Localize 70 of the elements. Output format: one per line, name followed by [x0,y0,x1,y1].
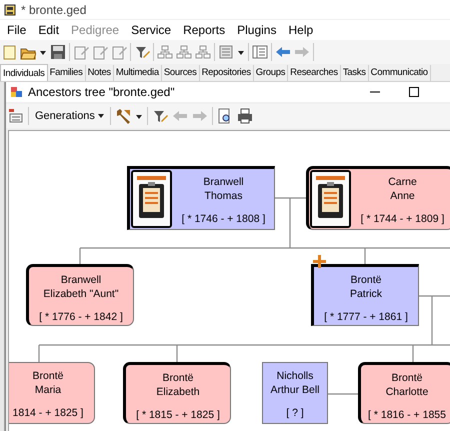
person-card[interactable]: Branwell Thomas [ * 1746 - + 1808 ] [127,166,275,230]
tab[interactable]: Tasks [340,65,369,81]
person-card[interactable]: Brontë Maria 1814 - + 1825 ] [9,362,95,424]
person-given-name: Elizabeth [156,385,200,399]
document-pencil-icon[interactable] [92,44,108,60]
person-card[interactable]: Branwell Elizabeth "Aunt" [ * 1776 - + 1842 ] [26,264,134,326]
tab[interactable]: Notes [86,65,114,81]
document-pencil-icon[interactable] [111,44,127,60]
tree-diagram-icon[interactable] [195,44,211,60]
person-card[interactable]: Brontë Charlotte [ * 1816 - + 1855 [358,362,450,424]
tree-diagram-icon[interactable] [176,44,192,60]
tree-settings-icon[interactable] [8,108,24,124]
person-surname: Branwell [60,273,102,287]
tab[interactable]: Individuals [0,64,48,81]
person-given-name: Thomas [204,189,242,203]
app-icon [4,4,16,16]
tree-diagram-icon[interactable] [157,44,173,60]
back-arrow-icon[interactable] [275,44,291,60]
person-given-name: Anne [390,189,415,203]
person-surname: Brontë [32,369,64,383]
person-surname: Brontë [162,371,194,385]
person-surname: Brontë [392,371,422,385]
person-dates: [ * 1816 - + 1855 [368,408,446,422]
filter-icon[interactable] [134,44,150,60]
person-given-name: Patrick [350,287,382,301]
maximize-icon[interactable] [408,86,420,98]
generations-button[interactable]: Generations [33,108,106,124]
window-icon [10,86,23,98]
person-surname: Brontë [350,273,382,287]
tab[interactable]: Sources [162,65,200,81]
person-surname: Branwell [203,175,244,189]
tab[interactable]: Families [48,65,86,81]
menu-item[interactable]: Service [125,21,178,39]
caret-icon[interactable] [98,114,104,118]
list-view-icon[interactable] [252,44,268,60]
menu-item[interactable]: File [1,21,32,39]
person-dates: [ ? ] [286,406,304,420]
person-dates: [ * 1777 - + 1861 ] [324,310,408,324]
menu-item[interactable]: Plugins [231,21,282,39]
menu-item[interactable]: Edit [32,21,66,39]
tab[interactable]: Researches [288,65,341,81]
person-card[interactable]: Carne Anne [ * 1744 - + 1809 ] [306,166,450,230]
printer-icon[interactable] [236,108,253,124]
person-card[interactable]: Brontë Patrick [ * 1777 - + 1861 ] [311,264,419,326]
person-given-name: Maria [34,383,62,397]
person-dates: 1814 - + 1825 ] [12,406,84,420]
document-pencil-icon[interactable] [73,44,89,60]
tab[interactable]: Communicatio [368,65,431,81]
person-given-name: Arthur Bell [270,383,320,397]
tab[interactable]: Repositories [200,65,254,81]
tab[interactable]: Multimedia [114,65,162,81]
person-dates: [ * 1776 - + 1842 ] [39,310,123,324]
filter-icon[interactable] [152,108,168,124]
window-title: * bronte.ged [21,2,86,18]
person-surname: Carne [388,175,417,189]
menu-item[interactable]: Reports [177,21,232,39]
person-dates: [ * 1815 - + 1825 ] [136,408,220,422]
window-title: Ancestors tree "bronte.ged" [28,84,176,101]
person-dates: [ * 1746 - + 1808 ] [182,212,266,226]
menu-item[interactable]: Help [282,21,320,39]
tab[interactable]: Groups [254,65,288,81]
person-surname: Nicholls [276,369,314,383]
save-icon[interactable] [50,44,66,60]
new-file-icon[interactable] [1,44,17,60]
person-given-name: Elizabeth "Aunt" [43,287,119,301]
person-card[interactable]: Brontë Elizabeth [ * 1815 - + 1825 ] [123,362,231,424]
connector-line [328,393,358,395]
person-dates: [ * 1744 - + 1809 ] [360,212,444,226]
person-given-name: Charlotte [386,385,428,399]
person-card[interactable]: Nicholls Arthur Bell [ ? ] [262,362,328,424]
